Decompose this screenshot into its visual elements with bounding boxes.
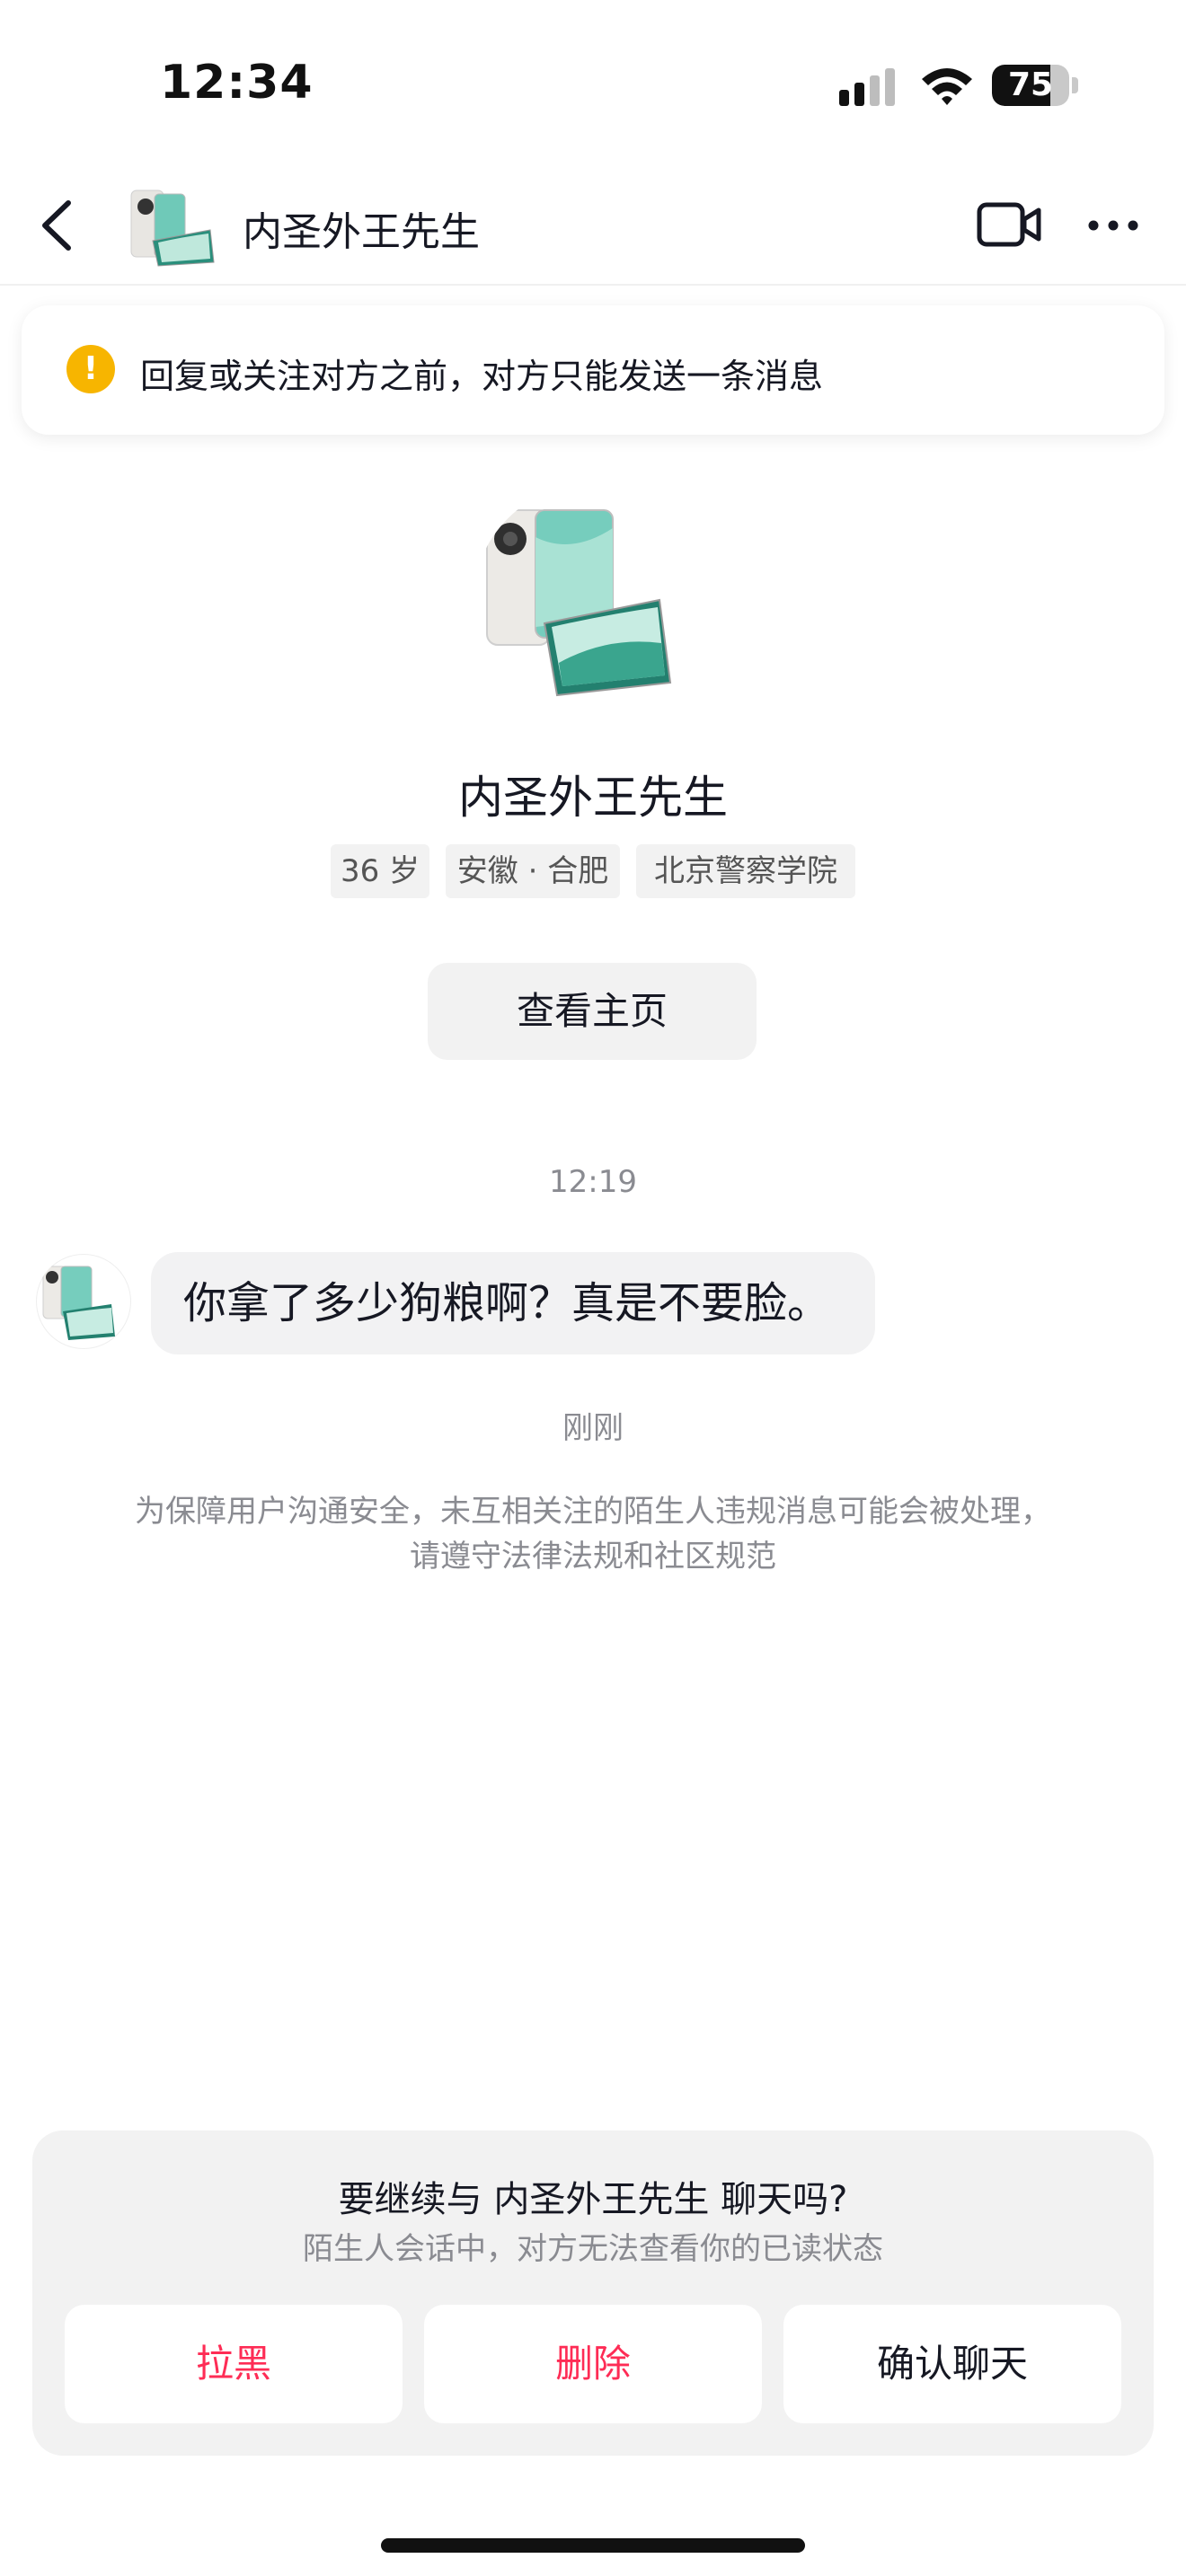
panel-title: 要继续与 内圣外王先生 聊天吗?	[338, 2179, 848, 2220]
more-icon[interactable]	[1087, 212, 1139, 239]
status-timestamp: 刚刚	[562, 1410, 624, 1446]
tag-age: 36 岁	[331, 844, 429, 898]
tag-school: 北京警察学院	[636, 844, 855, 898]
header-title: 内圣外王先生	[243, 209, 480, 255]
message-timestamp: 12:19	[549, 1164, 637, 1200]
video-call-icon[interactable]	[976, 199, 1042, 250]
wifi-icon	[922, 68, 972, 105]
cellular-signal-icon	[839, 68, 895, 106]
message-avatar[interactable]	[36, 1254, 131, 1349]
back-icon[interactable]	[32, 196, 83, 255]
home-indicator[interactable]	[381, 2538, 805, 2553]
exclamation-icon: !	[66, 345, 115, 393]
delete-button[interactable]: 删除	[424, 2305, 762, 2423]
confirm-chat-button[interactable]: 确认聊天	[783, 2305, 1121, 2423]
status-time: 12:34	[160, 56, 314, 110]
block-button[interactable]: 拉黑	[65, 2305, 403, 2423]
tag-location: 安徽 · 合肥	[446, 844, 620, 898]
battery-percent: 75	[1007, 66, 1054, 103]
header-avatar[interactable]	[128, 187, 217, 268]
battery-icon: 75	[992, 65, 1078, 106]
safety-notice: 为保障用户沟通安全，未互相关注的陌生人违规消息可能会被处理，请遵守法律法规和社区…	[135, 1494, 1051, 1575]
profile-avatar[interactable]	[473, 483, 713, 724]
panel-subtitle: 陌生人会话中，对方无法查看你的已读状态	[303, 2231, 883, 2267]
profile-name: 内圣外王先生	[458, 772, 728, 824]
view-homepage-button[interactable]: 查看主页	[428, 963, 757, 1060]
header-divider	[0, 284, 1186, 286]
message-bubble[interactable]: 你拿了多少狗粮啊？真是不要脸。	[151, 1252, 875, 1354]
notice-text: 回复或关注对方之前，对方只能发送一条消息	[140, 357, 824, 396]
